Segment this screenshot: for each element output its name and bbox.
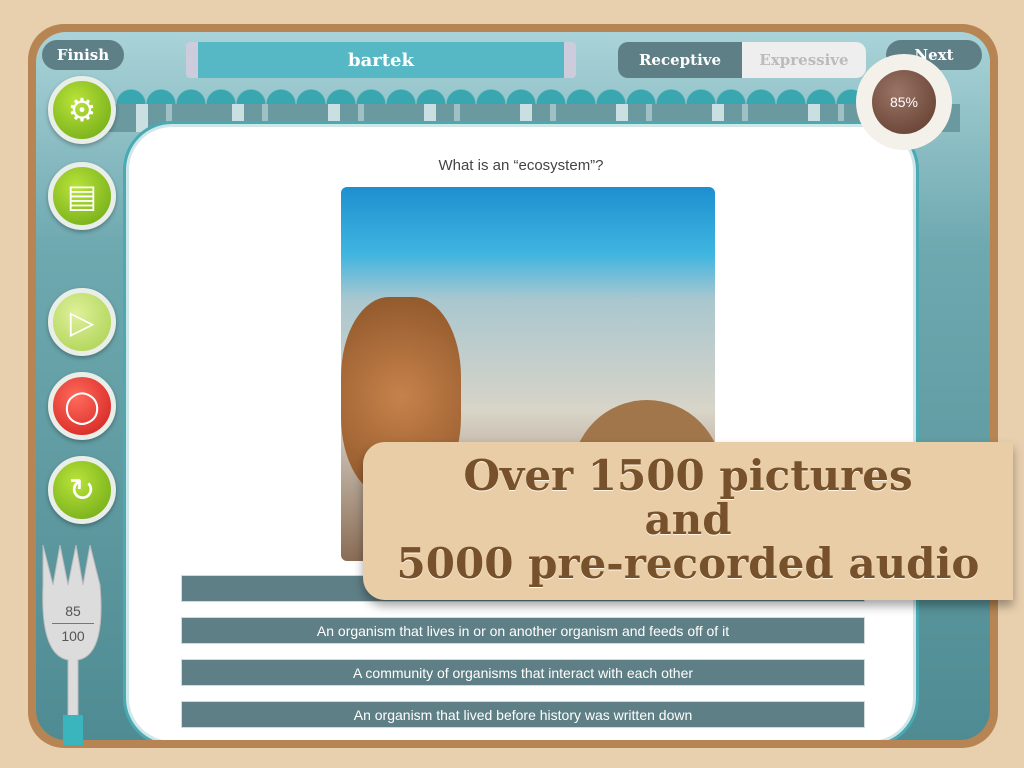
- board: Finish bartek Receptive Expressive Next …: [36, 32, 990, 740]
- answer-option-4[interactable]: An organism that lived before history wa…: [181, 701, 865, 728]
- fork-icon: [42, 544, 102, 745]
- settings-gears-icon: ⚙: [67, 92, 97, 128]
- add-note-button[interactable]: ▤: [48, 162, 116, 230]
- replay-icon: ↻: [68, 472, 96, 508]
- answer-option-2[interactable]: An organism that lives in or on another …: [181, 617, 865, 644]
- app-frame: Finish bartek Receptive Expressive Next …: [28, 24, 998, 748]
- banner-line-1: Over 1500 pictures: [463, 451, 913, 500]
- finish-button[interactable]: Finish: [42, 40, 124, 70]
- question-text: What is an “ecosystem”?: [438, 157, 604, 174]
- score-divider: [52, 623, 94, 624]
- username-bar: bartek: [186, 42, 576, 78]
- answer-option-3[interactable]: A community of organisms that interact w…: [181, 659, 865, 686]
- question-card: What is an “ecosystem”? An organism An o…: [126, 124, 916, 740]
- mode-toggle[interactable]: Receptive Expressive: [618, 42, 866, 78]
- add-note-icon: ▤: [66, 178, 98, 214]
- replay-button[interactable]: ↻: [48, 456, 116, 524]
- banner-line-2: and: [644, 495, 732, 544]
- score-fraction: 85 100: [52, 603, 94, 644]
- score-value: 85: [65, 603, 81, 619]
- mode-receptive[interactable]: Receptive: [618, 42, 742, 78]
- progress-cup: 85%: [856, 54, 952, 150]
- banner-line-3: 5000 pre-recorded audio: [396, 539, 980, 588]
- mode-expressive[interactable]: Expressive: [742, 42, 866, 78]
- score-fork: 85 100: [38, 544, 108, 745]
- progress-percent: 85%: [872, 70, 936, 134]
- scallop-decoration: [116, 82, 930, 104]
- play-button[interactable]: ▷: [48, 288, 116, 356]
- settings-button[interactable]: ⚙: [48, 76, 116, 144]
- record-icon: ◯: [64, 388, 100, 424]
- record-button[interactable]: ◯: [48, 372, 116, 440]
- promo-banner: Over 1500 pictures and 5000 pre-recorded…: [363, 442, 1013, 600]
- score-total: 100: [61, 628, 85, 644]
- play-icon: ▷: [69, 304, 95, 340]
